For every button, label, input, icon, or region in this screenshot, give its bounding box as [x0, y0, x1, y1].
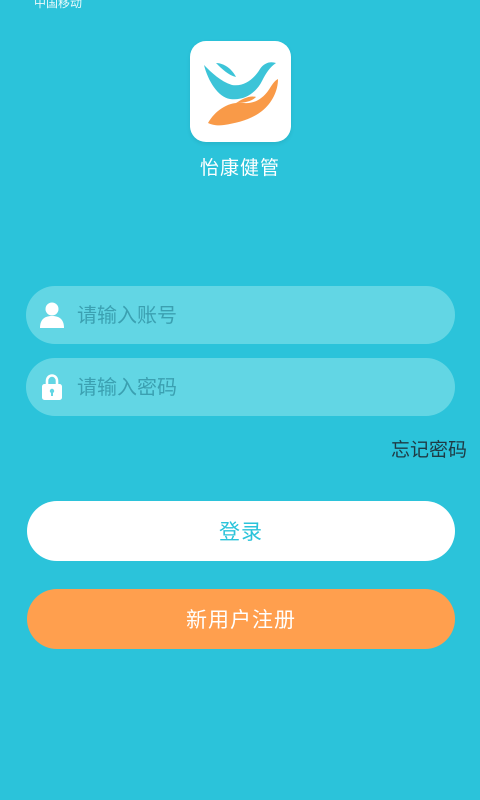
account-input[interactable] [77, 286, 455, 344]
account-field[interactable] [26, 286, 455, 344]
lock-icon [39, 374, 65, 400]
password-input[interactable] [77, 358, 455, 416]
user-icon [39, 302, 65, 328]
app-name: 怡康健管 [199, 157, 280, 179]
status-carrier: 中国移动 [34, 0, 83, 10]
register-button[interactable]: 新用户注册 [27, 589, 455, 649]
password-field[interactable] [26, 358, 455, 416]
login-button[interactable]: 登录 [27, 501, 455, 561]
app-logo [190, 41, 291, 142]
bird-hand-logo-icon [204, 62, 278, 126]
forgot-password-link[interactable]: 忘记密码 [391, 435, 467, 462]
